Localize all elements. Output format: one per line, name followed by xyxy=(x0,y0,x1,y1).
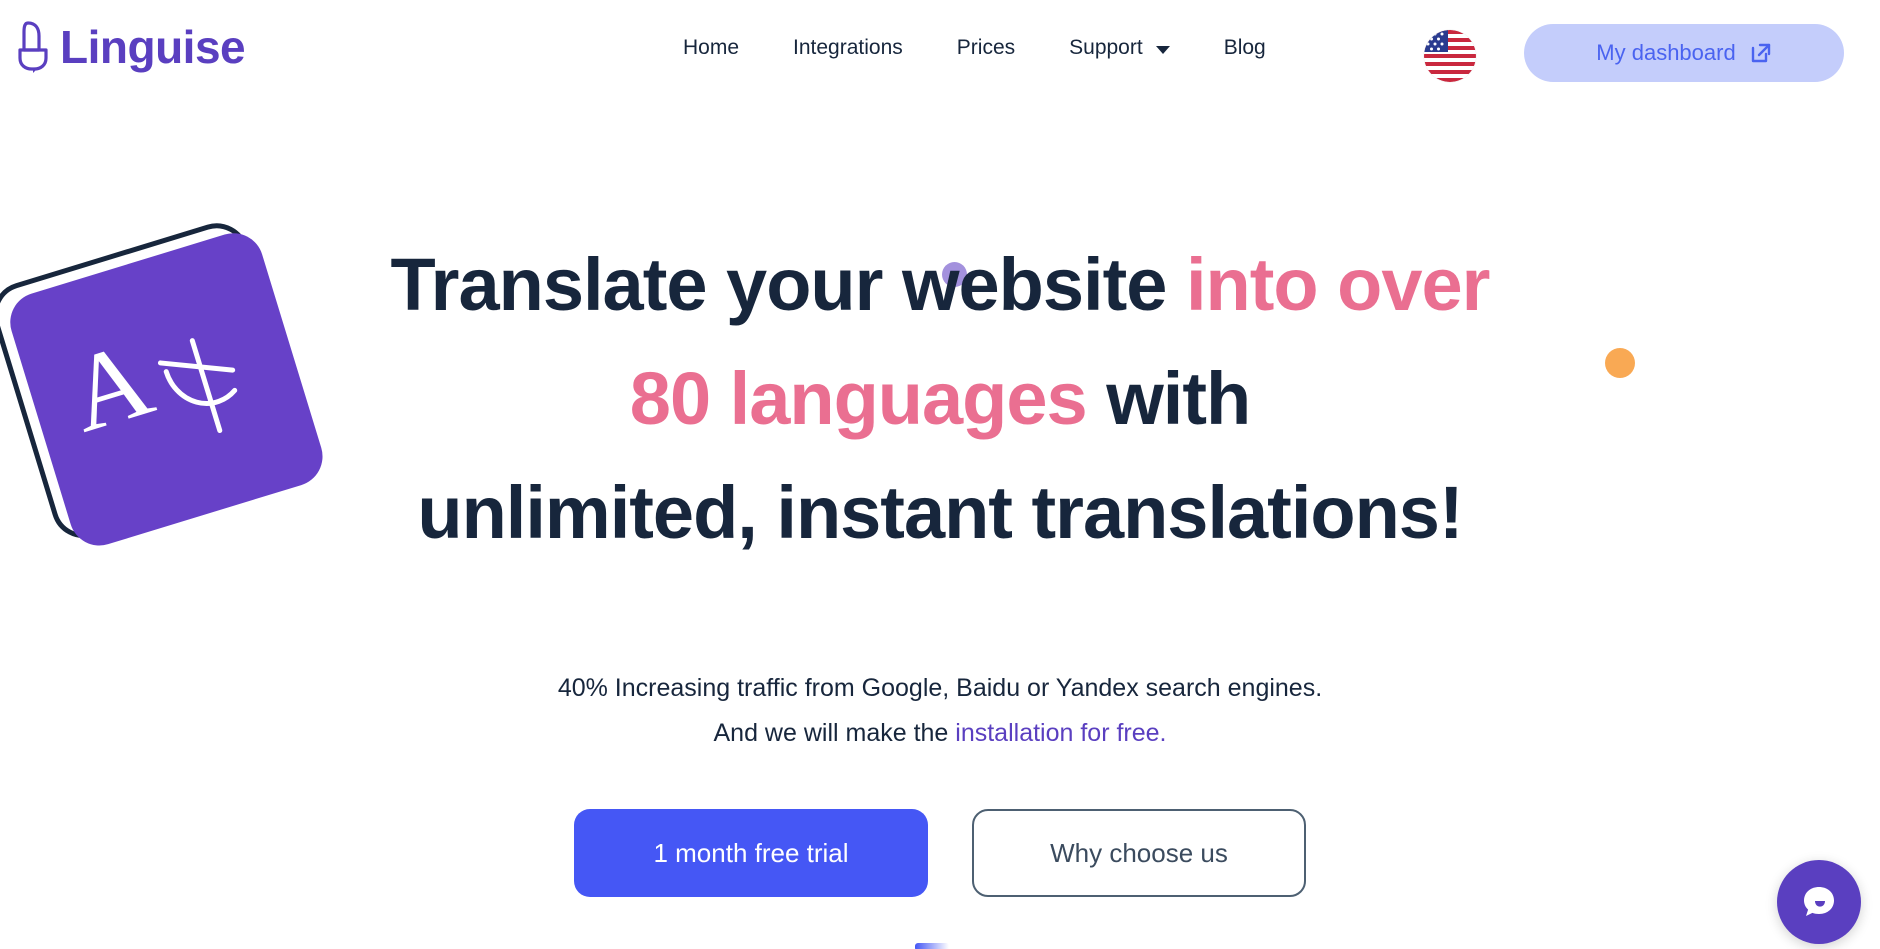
dashboard-button-label: My dashboard xyxy=(1596,40,1736,65)
nav-label: Blog xyxy=(1223,36,1266,59)
headline-line-2: 80 languages with xyxy=(0,342,1880,456)
cta-row: 1 month free trial Why choose us xyxy=(0,809,1880,897)
hero-subtitle: 40% Increasing traffic from Google, Baid… xyxy=(0,666,1880,756)
nav-label: Prices xyxy=(956,36,1016,59)
headline-dark-3: unlimited, instant translations! xyxy=(417,471,1463,554)
nav-label: Support xyxy=(1069,36,1143,59)
hero-section: Translate your website into over 80 lang… xyxy=(0,228,1880,897)
logo-text: Linguise xyxy=(60,21,246,73)
logo[interactable]: Linguise xyxy=(16,20,246,74)
subtitle-line-1: 40% Increasing traffic from Google, Baid… xyxy=(557,674,1323,702)
subtitle-line-2-prefix: And we will make the xyxy=(713,719,956,747)
nav-item-home[interactable]: Home xyxy=(656,34,766,62)
us-flag-icon[interactable] xyxy=(1424,30,1476,82)
nav-label: Home xyxy=(683,36,740,59)
linguise-logo-icon xyxy=(18,21,48,73)
headline-pink-1: into over xyxy=(1185,243,1490,326)
nav-item-prices[interactable]: Prices xyxy=(930,34,1042,62)
below-fold-peek-element xyxy=(915,943,949,949)
site-header: Linguise Home Integrations Prices Suppor… xyxy=(0,0,1880,96)
my-dashboard-button[interactable]: My dashboard xyxy=(1524,24,1844,82)
installation-free-link[interactable]: installation for free. xyxy=(955,719,1166,747)
headline-line-3: unlimited, instant translations! xyxy=(0,456,1880,570)
headline-line-1: Translate your website into over xyxy=(0,228,1880,342)
nav-label: Integrations xyxy=(793,36,903,59)
nav-item-support[interactable]: Support xyxy=(1042,34,1197,62)
us-flag-glyph xyxy=(1424,30,1476,82)
headline-dark-1: Translate your website xyxy=(390,243,1186,326)
chat-bubble-icon xyxy=(1804,887,1834,916)
nav-item-blog[interactable]: Blog xyxy=(1197,34,1293,62)
nav-item-integrations[interactable]: Integrations xyxy=(766,34,930,62)
chevron-down-icon xyxy=(1155,45,1170,54)
chat-widget-button[interactable] xyxy=(1777,860,1861,944)
why-choose-us-button[interactable]: Why choose us xyxy=(972,809,1306,897)
main-nav: Home Integrations Prices Support Blog xyxy=(656,34,1293,62)
external-link-icon xyxy=(1751,43,1770,63)
free-trial-button[interactable]: 1 month free trial xyxy=(574,809,928,897)
headline-pink-2: 80 languages xyxy=(629,357,1088,440)
page-title: Translate your website into over 80 lang… xyxy=(0,228,1880,570)
headline-dark-2: with xyxy=(1086,357,1251,440)
